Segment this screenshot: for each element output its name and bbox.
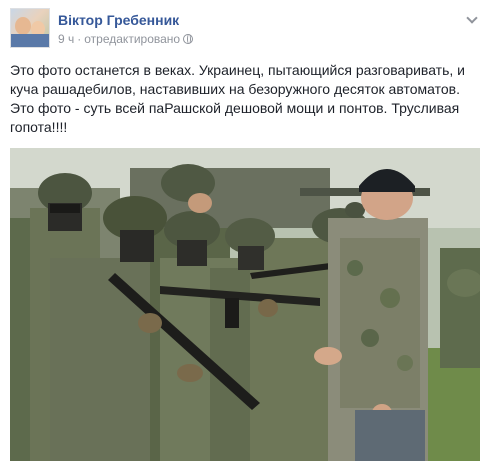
post-meta: 9 ч · отредактировано xyxy=(58,32,194,46)
meta-separator: · xyxy=(77,32,82,46)
avatar-face xyxy=(15,17,31,35)
avatar[interactable] xyxy=(10,8,50,48)
avatar-shirt xyxy=(11,34,49,47)
photo-illustration xyxy=(10,148,480,461)
post-timestamp[interactable]: 9 ч xyxy=(58,32,74,46)
chevron-down-icon[interactable] xyxy=(466,14,478,26)
author-name-link[interactable]: Віктор Гребенник xyxy=(58,12,179,28)
post-text: Это фото останется в веках. Украинец, пы… xyxy=(10,62,465,135)
post-photo[interactable] xyxy=(10,148,480,461)
post-card: Віктор Гребенник 9 ч · отредактировано Это… xyxy=(0,0,490,469)
edited-label[interactable]: отредактировано xyxy=(84,32,180,46)
globe-icon[interactable] xyxy=(183,34,194,44)
